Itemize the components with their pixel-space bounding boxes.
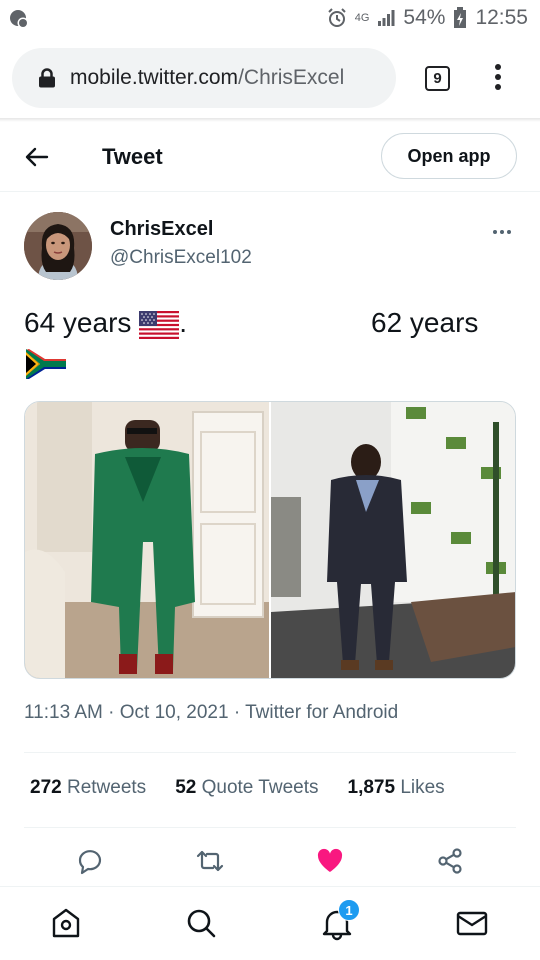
- open-app-button[interactable]: Open app: [381, 133, 517, 179]
- signal-icon: [378, 10, 395, 26]
- data-saver-icon: [10, 10, 29, 29]
- more-icon[interactable]: [493, 230, 511, 234]
- retweets-label: Retweets: [66, 777, 147, 798]
- retweets-stat[interactable]: 272 Retweets: [30, 777, 146, 799]
- lock-icon: [39, 68, 55, 88]
- retweet-icon[interactable]: [195, 846, 225, 876]
- quote-tweets-label: Quote Tweets: [201, 777, 319, 798]
- likes-label: Likes: [400, 777, 445, 798]
- tweet-text-left-label: 64 years: [24, 307, 132, 338]
- avatar[interactable]: [24, 212, 92, 280]
- tweet-header: Tweet Open app: [0, 122, 540, 192]
- display-name[interactable]: ChrisExcel: [110, 218, 213, 241]
- tweet-photo-2[interactable]: [271, 402, 515, 678]
- status-icons: 4G 54% 12:55: [327, 6, 528, 30]
- tab-switcher-button[interactable]: 9: [425, 66, 450, 91]
- clock: 12:55: [475, 6, 528, 29]
- tweet-photo-1[interactable]: [25, 402, 269, 678]
- divider: [24, 827, 516, 828]
- url-host: mobile.twitter.com: [70, 66, 239, 89]
- user-handle[interactable]: @ChrisExcel102: [110, 247, 252, 269]
- bottom-navigation: 1: [0, 886, 540, 960]
- network-type: 4G: [354, 12, 370, 24]
- battery-icon: [454, 7, 467, 28]
- url-text: mobile.twitter.com/ChrisExcel: [70, 66, 390, 90]
- url-path: /ChrisExcel: [238, 66, 345, 89]
- search-icon[interactable]: [183, 905, 219, 941]
- back-arrow-icon[interactable]: [24, 144, 50, 170]
- quote-tweets-count: 52: [175, 777, 197, 798]
- divider: [24, 752, 516, 753]
- tweet-actions: [0, 842, 540, 882]
- home-icon[interactable]: [48, 905, 84, 941]
- page-title: Tweet: [102, 144, 163, 169]
- reply-icon[interactable]: [75, 846, 105, 876]
- browser-toolbar: mobile.twitter.com/ChrisExcel 9: [0, 40, 540, 116]
- tweet-text-left: 64 years .: [24, 305, 187, 341]
- browser-menu-button[interactable]: [488, 64, 508, 94]
- likes-stat[interactable]: 1,875 Likes: [348, 777, 445, 799]
- south-africa-flag-icon: [26, 349, 66, 379]
- retweets-count: 272: [30, 777, 62, 798]
- notification-badge: 1: [338, 899, 360, 921]
- status-bar: 4G 54% 12:55: [0, 0, 540, 40]
- battery-percentage: 54%: [403, 6, 446, 29]
- likes-count: 1,875: [347, 777, 396, 798]
- alarm-icon: [328, 8, 346, 27]
- tweet-text-right: 62 years: [371, 307, 479, 338]
- usa-flag-icon: [139, 310, 180, 339]
- tweet-text-period: .: [179, 307, 187, 338]
- heart-icon[interactable]: [315, 846, 345, 876]
- notification-area: [8, 8, 30, 35]
- address-bar[interactable]: mobile.twitter.com/ChrisExcel: [12, 48, 396, 108]
- share-icon[interactable]: [435, 846, 465, 876]
- mail-icon[interactable]: [454, 905, 490, 941]
- quote-tweets-stat[interactable]: 52 Quote Tweets: [175, 777, 318, 799]
- tweet-stats: 272 Retweets 52 Quote Tweets 1,875 Likes: [30, 777, 474, 799]
- tweet-media[interactable]: [24, 401, 516, 679]
- tweet-timestamp[interactable]: 11:13 AM · Oct 10, 2021 · Twitter for An…: [24, 702, 398, 724]
